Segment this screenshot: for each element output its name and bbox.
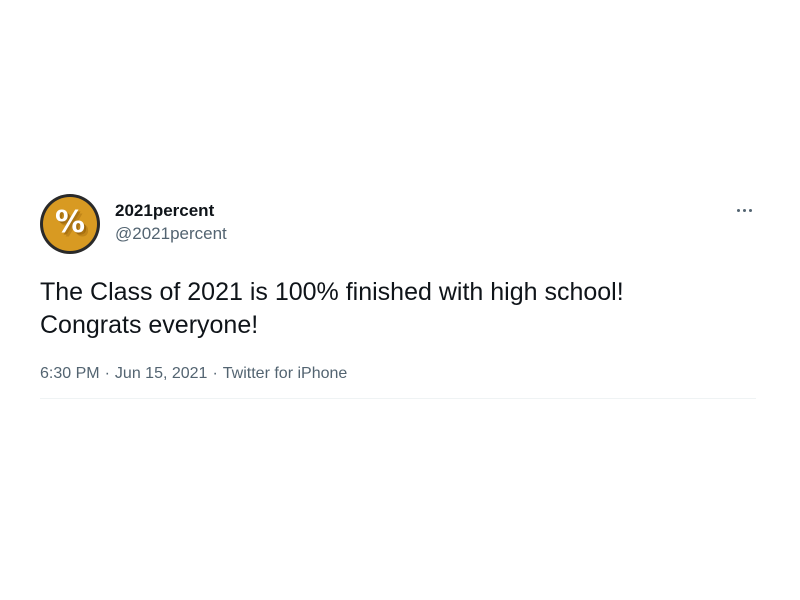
author-display-name[interactable]: 2021percent xyxy=(115,200,227,222)
tweet-source[interactable]: Twitter for iPhone xyxy=(223,365,348,382)
tweet-time[interactable]: 6:30 PM xyxy=(40,365,100,382)
avatar-image: % xyxy=(43,197,97,251)
tweet-card: % 2021percent @2021percent The Class of … xyxy=(40,192,756,399)
meta-separator: · xyxy=(212,365,218,382)
avatar[interactable]: % xyxy=(40,194,100,254)
tweet-header: % 2021percent @2021percent xyxy=(40,192,756,256)
more-options-icon[interactable] xyxy=(732,202,756,218)
more-dot xyxy=(748,208,752,212)
tweet-text: The Class of 2021 is 100% finished with … xyxy=(40,278,624,339)
tweet-metadata: 6:30 PM · Jun 15, 2021 · Twitter for iPhone xyxy=(40,364,756,399)
more-dot xyxy=(736,208,740,212)
author-handle[interactable]: @2021percent xyxy=(115,222,227,246)
author-names: 2021percent @2021percent xyxy=(115,200,227,246)
more-dot xyxy=(742,208,746,212)
percent-icon: % xyxy=(54,205,86,240)
tweet-date[interactable]: Jun 15, 2021 xyxy=(115,365,208,382)
meta-separator: · xyxy=(104,365,110,382)
